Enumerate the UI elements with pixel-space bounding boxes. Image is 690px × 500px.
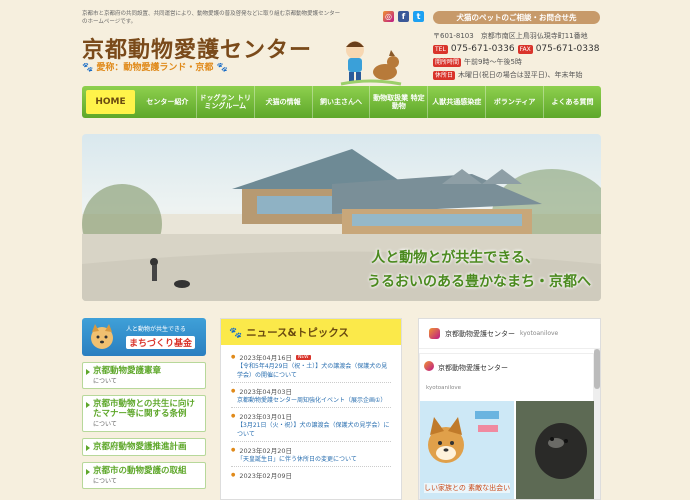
instagram-widget: 京都動物愛護センター kyotoanilove 京都動物愛護センター kyoto… [418,318,601,500]
fund-subtitle: 人と動物が共生できる [126,326,186,333]
fax-tag: FAX [517,45,533,54]
hours-tag: 開所時間 [433,58,462,67]
sidebar-link-efforts[interactable]: 京都市の動物愛護の取組 について [82,462,206,489]
nav-center-intro[interactable]: センター紹介 [139,86,197,118]
nav-faq[interactable]: よくある質問 [544,86,601,118]
news-date: 2023年02月09日 [231,470,391,480]
social-links: ◎ f t [383,11,424,22]
news-link[interactable]: 【3月21日（火・祝）】犬の譲渡会（保護犬の見学会）について [231,421,391,439]
phone-row: TEL 075-671-0336 FAX 075-671-0338 [433,43,603,56]
news-heading-text: ニュース&トピックス [246,326,349,339]
instagram-card-handle: kyotoanilove [426,385,462,391]
site-intro: 京都市と京都府の共同設置、共同運営により、動物愛護の普及啓発などに取り組む京都動… [82,11,341,25]
closed-row: 休所日 木曜日(祝日の場合は翌平日)、年末年始 [433,69,603,82]
tel-number[interactable]: 075-671-0336 [451,43,515,56]
paw-icon: 🐾 [229,326,243,339]
news-date-text: 2023年02月20日 [239,447,292,455]
news-link[interactable]: 京都動物愛護センター周知強化イベント（展示企画①） [231,396,391,405]
instagram-card[interactable]: 京都動物愛護センター kyotoanilove しい家族との 素敵な出会い [419,353,595,499]
pet-consultation-button[interactable]: 犬猫のペットのご相談・お問合せ先 [433,11,600,24]
news-item: 2023年04月03日 京都動物愛護センター周知強化イベント（展示企画①） [231,383,391,408]
news-date-text: 2023年02月09日 [239,472,292,480]
news-heading: 🐾 ニュース&トピックス [221,319,401,345]
postal-address: 〒601-8103 京都市南区上鳥羽仏現寺町11番地 [433,32,588,40]
sidebar-link-sub: について [93,421,117,428]
sidebar-link-title: 京都市の動物愛護の取組 [93,466,187,476]
instagram-title: 京都動物愛護センター [445,329,515,338]
instagram-handle: kyotoanilove [520,330,559,337]
twitter-icon[interactable]: t [413,11,424,22]
news-date: 2023年04月03日 [231,386,391,396]
site-subtitle: 🐾 愛称：動物愛護ランド・京都 🐾 [82,60,228,73]
nav-zoonoses[interactable]: 人獣共通感染症 [428,86,487,118]
news-link[interactable]: 【令和5年4月29日（祝・土）】犬の譲渡会（保護犬の見学会）の開催について [231,362,391,380]
hero-banner: 人と動物とが共生できる、 うるおいのある豊かなまち・京都へ [82,134,601,301]
news-date: 2023年04月16日 NEW [231,352,391,362]
nav-volunteer[interactable]: ボランティア [486,86,545,118]
black-dog-photo [516,401,595,499]
news-item: 2023年02月09日 [231,467,391,482]
fax-number: 075-671-0338 [535,44,600,54]
sidebar-link-charter[interactable]: 京都動物愛護憲章 について [82,362,206,389]
sidebar-link-ordinance[interactable]: 京都市動物との共生に向けたマナー等に関する条例 について [82,395,206,432]
nav-home[interactable]: HOME [86,90,135,114]
news-list: 2023年04月16日 NEW 【令和5年4月29日（祝・土）】犬の譲渡会（保護… [221,345,401,486]
instagram-icon [429,328,440,339]
tel-tag: TEL [433,45,448,54]
news-date-text: 2023年03月01日 [239,413,292,421]
paw-icon: 🐾 [216,63,228,73]
site-subtitle-text: 愛称：動物愛護ランド・京都 [96,63,214,73]
news-panel: 🐾 ニュース&トピックス 2023年04月16日 NEW 【令和5年4月29日（… [220,318,402,500]
facebook-icon[interactable]: f [398,11,409,22]
closed-tag: 休所日 [433,71,456,80]
scrollbar-thumb[interactable] [594,349,600,389]
instagram-caption: しい家族との 素敵な出会い [424,483,511,493]
new-badge: NEW [295,354,311,360]
nav-owners[interactable]: 飼い主さんへ [313,86,371,118]
sidebar-link-sub: について [93,478,117,485]
news-item: 2023年02月20日 「天皇誕生日」に伴う休所日の変更について [231,442,391,467]
fund-banner[interactable]: 人と動物が共生できる まちづくり基金 [82,318,206,356]
instagram-post-image[interactable] [516,401,595,499]
hero-tagline-1: 人と動物とが共生できる、 [371,250,539,266]
hours-row: 開所時間 午前9時～午後5時 [433,56,603,69]
news-link[interactable]: 「天皇誕生日」に伴う休所日の変更について [231,455,391,464]
hours-text: 午前9時～午後5時 [464,58,522,66]
news-item: 2023年04月16日 NEW 【令和5年4月29日（祝・土）】犬の譲渡会（保護… [231,349,391,383]
contact-info: 〒601-8103 京都市南区上鳥羽仏現寺町11番地 TEL 075-671-0… [433,30,603,82]
nav-pet-info[interactable]: 犬猫の情報 [255,86,313,118]
mascot-illustration [340,41,402,86]
sidebar-link-title: 京都市動物との共生に向けたマナー等に関する条例 [93,399,195,419]
instagram-post-image[interactable]: しい家族との 素敵な出会い [420,401,514,499]
news-date-text: 2023年04月03日 [239,388,292,396]
paw-icon: 🐾 [82,63,94,73]
sidebar-link-plan[interactable]: 京都府動物愛護推進計画 [82,438,206,456]
nav-dogrun[interactable]: ドッグラン トリミングルーム [197,86,255,118]
hero-tagline-2: うるおいのある豊かなまち・京都へ [367,274,591,290]
news-item: 2023年03月01日 【3月21日（火・祝）】犬の譲渡会（保護犬の見学会）につ… [231,408,391,442]
closed-text: 木曜日(祝日の場合は翌平日)、年末年始 [458,71,583,79]
sidebar-link-sub: について [93,378,117,385]
instagram-card-name: 京都動物愛護センター [438,364,508,372]
avatar [424,361,434,371]
sidebar: 人と動物が共生できる まちづくり基金 京都動物愛護憲章 について 京都市動物との… [82,318,206,489]
fund-title: まちづくり基金 [126,336,196,349]
instagram-scrollbar[interactable] [594,349,600,499]
sidebar-link-title: 京都府動物愛護推進計画 [93,442,187,452]
instagram-header[interactable]: 京都動物愛護センター kyotoanilove [419,319,600,349]
instagram-icon[interactable]: ◎ [383,11,394,22]
main-nav: HOME センター紹介 ドッグラン トリミングルーム 犬猫の情報 飼い主さんへ … [82,86,601,118]
page: { "header": { "intro": "京都市と京都府の共同設置、共同運… [0,0,690,500]
sidebar-link-title: 京都動物愛護憲章 [93,366,162,376]
dog-icon [91,324,113,349]
news-date: 2023年02月20日 [231,445,391,455]
news-date-text: 2023年04月16日 [239,354,292,362]
nav-animal-business[interactable]: 動物取扱業 特定動物 [370,86,429,118]
news-date: 2023年03月01日 [231,411,391,421]
